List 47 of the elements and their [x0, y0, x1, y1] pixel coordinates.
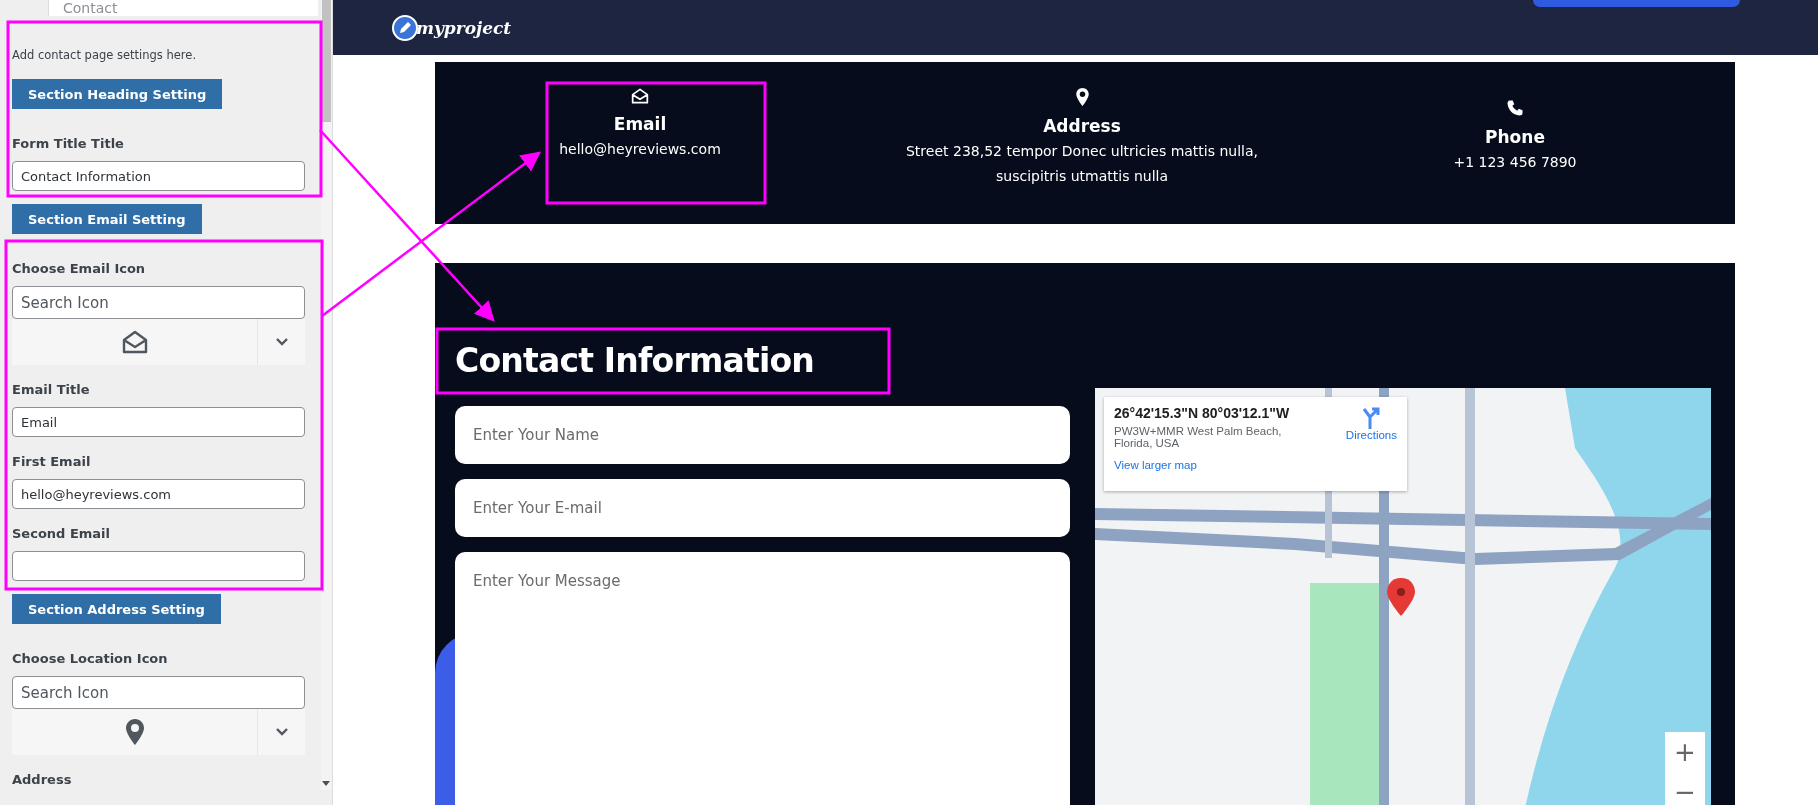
location-pin-icon: [125, 719, 144, 745]
section-button[interactable]: Section Heading Setting: [12, 79, 223, 109]
input-field[interactable]: Email: [12, 407, 305, 437]
info-title: Email: [613, 114, 667, 134]
field-label: Second Email: [12, 526, 110, 541]
coordinates-text: 26°42'15.3"N 80°03'12.1"W: [1114, 405, 1291, 421]
envelope-icon: [121, 330, 148, 354]
input-field[interactable]: Enter Your E-mail: [455, 479, 1070, 537]
menu-item[interactable]: Contact: [48, 0, 318, 16]
field-label: Choose Location Icon: [12, 651, 168, 666]
input-field[interactable]: Search Icon: [12, 676, 305, 709]
info-text: Street 238,52 tempor Donec ultricies mattis nulla, suscipitris utmattis nulla: [905, 142, 1259, 186]
input-field[interactable]: Contact Information: [12, 161, 305, 191]
location-pin-icon: [1075, 88, 1089, 106]
caret-icon: [275, 338, 288, 346]
pencil-logo-icon: [392, 14, 418, 41]
message-field[interactable]: Enter Your Message: [455, 552, 1070, 805]
view-larger-map-link[interactable]: View larger map: [1114, 459, 1346, 471]
icon-preview[interactable]: [12, 709, 258, 755]
section-button[interactable]: Section Email Setting: [12, 204, 202, 234]
info-title: Phone: [1485, 127, 1545, 147]
field-label: Form Title Title: [12, 136, 124, 151]
section-button[interactable]: Section Address Setting: [12, 594, 221, 624]
input-field[interactable]: Enter Your Name: [455, 406, 1070, 464]
dropdown-toggle[interactable]: [258, 709, 305, 755]
input-field[interactable]: Search Icon: [12, 286, 305, 319]
field-label: Email Title: [12, 382, 90, 397]
field-label: First Email: [12, 454, 91, 469]
envelope-icon: [631, 88, 649, 104]
dropdown-toggle[interactable]: [258, 319, 305, 365]
info-text: hello@heyreviews.com: [559, 140, 721, 159]
phone-icon: [1506, 99, 1524, 117]
directions-icon: [1361, 407, 1382, 429]
logo-text[interactable]: myproject: [416, 17, 512, 38]
scroll-down-icon[interactable]: [322, 781, 330, 786]
info-title: Address: [1043, 116, 1121, 136]
field-label: Choose Email Icon: [12, 261, 146, 276]
info-text: +1 123 456 7890: [1453, 153, 1577, 172]
input-field[interactable]: hello@heyreviews.com: [12, 479, 305, 509]
scrollbar[interactable]: [321, 0, 332, 790]
caret-icon: [275, 728, 288, 736]
directions-link[interactable]: Directions: [1345, 407, 1397, 483]
address-text: PW3W+MMR West Palm Beach, Florida, USA: [1114, 425, 1283, 449]
input-field[interactable]: [12, 551, 305, 581]
intro-text: Add contact page settings here.: [12, 48, 197, 62]
field-label: Address: [12, 772, 72, 787]
section-heading: Contact Information: [455, 341, 815, 380]
